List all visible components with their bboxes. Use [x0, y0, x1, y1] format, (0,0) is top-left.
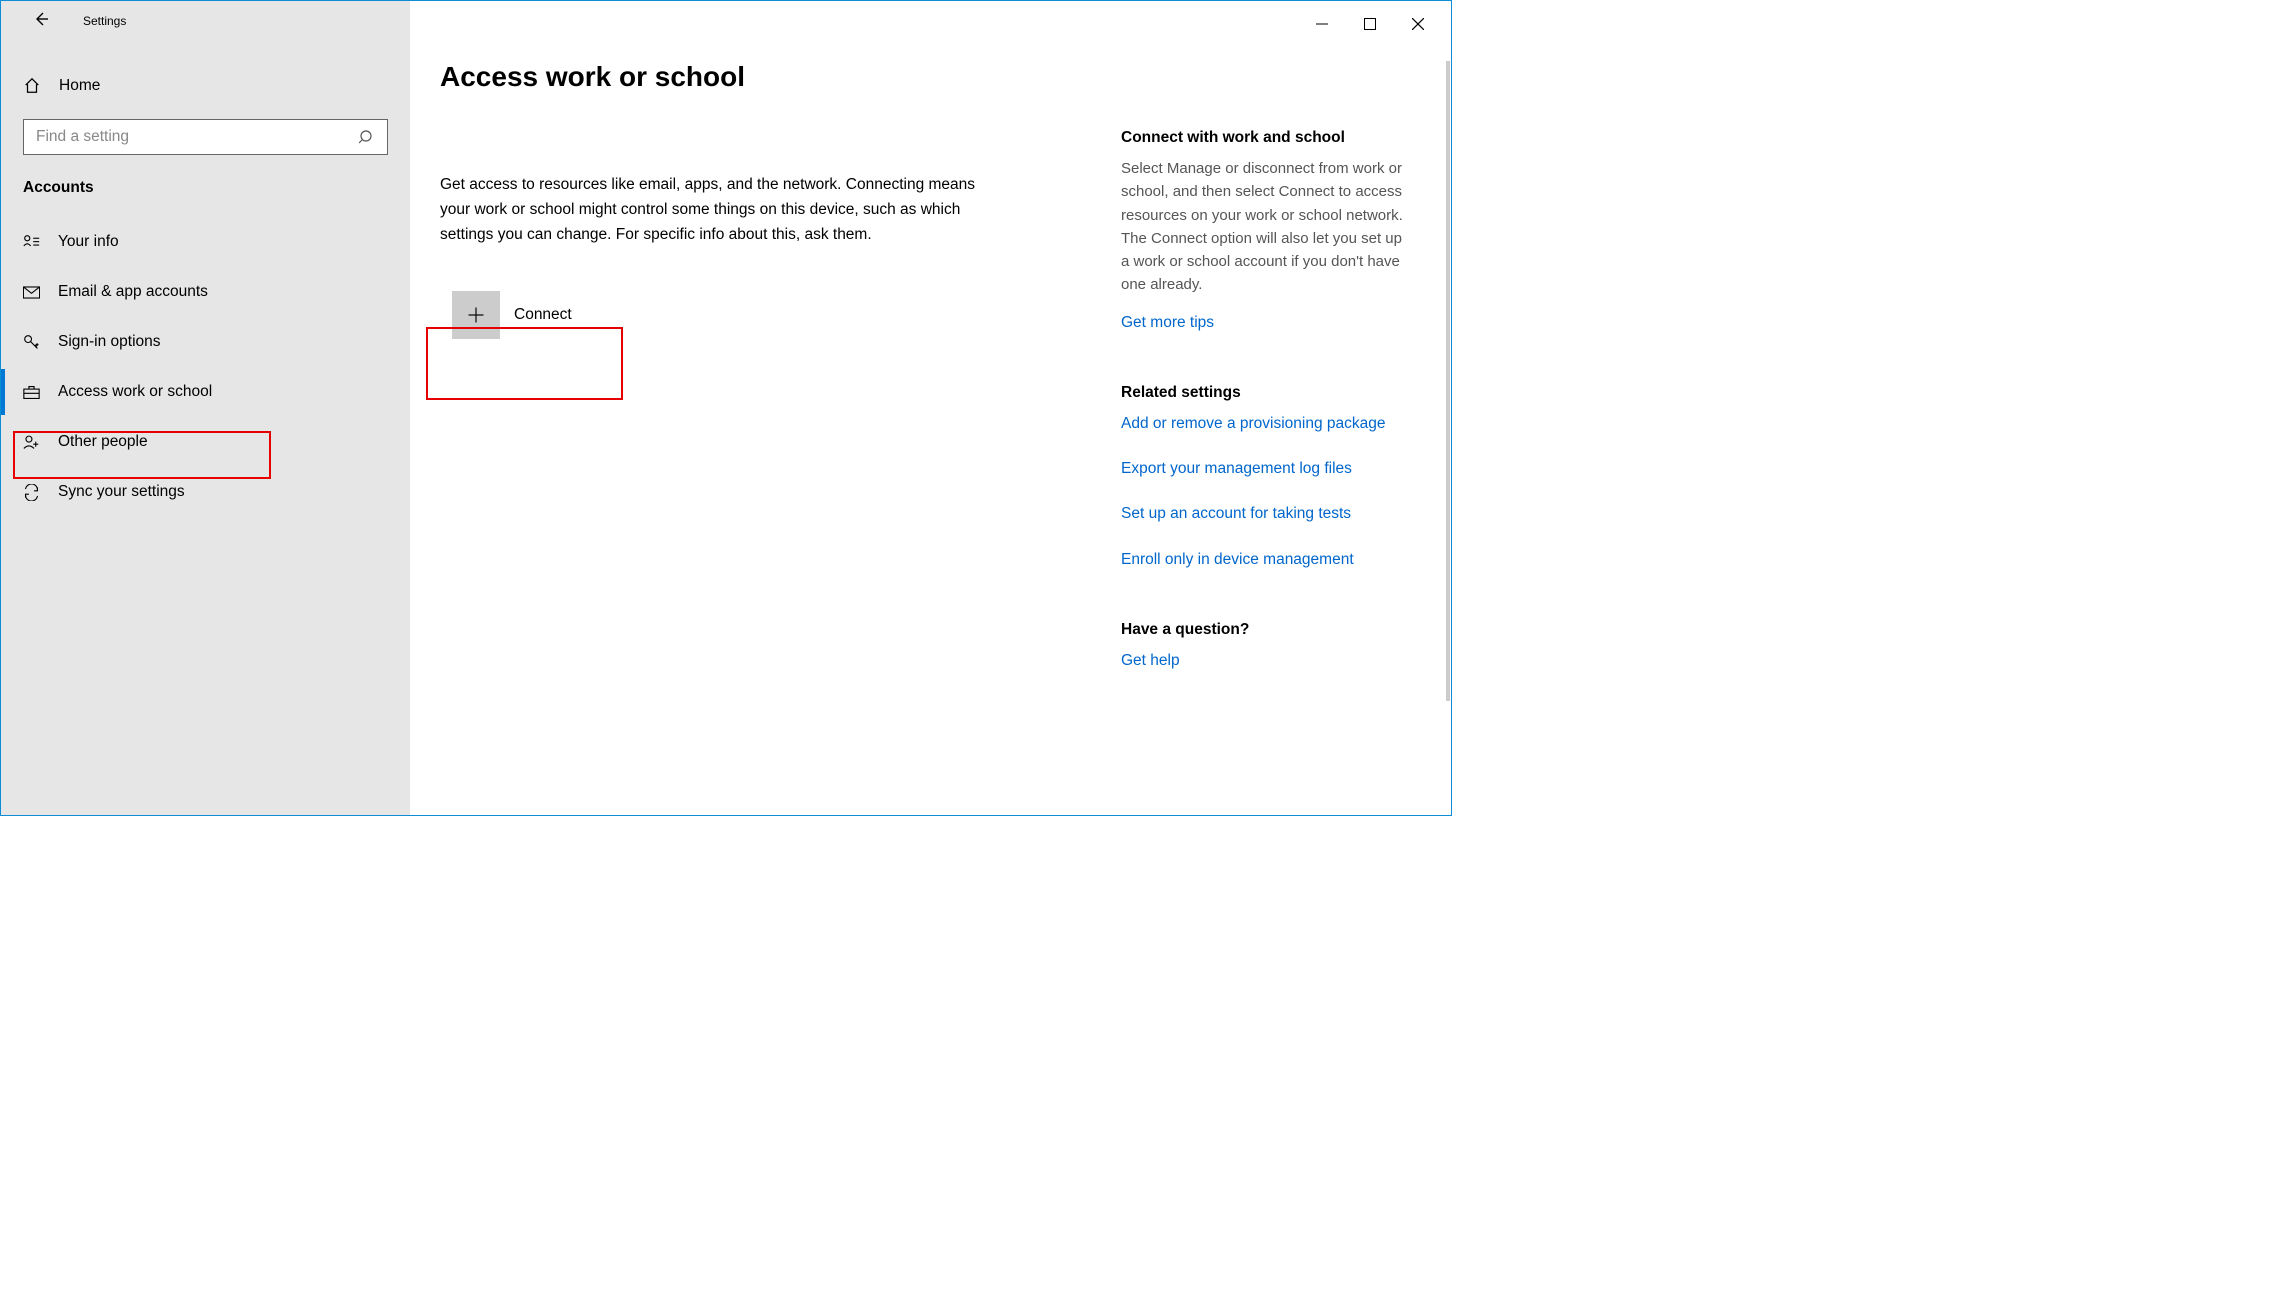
nav-label: Sign-in options	[58, 333, 161, 351]
briefcase-icon	[23, 384, 40, 401]
home-icon	[23, 77, 41, 95]
sidebar: Settings Home Find a setting Accounts Yo…	[1, 1, 410, 815]
search-icon	[359, 129, 375, 145]
plus-icon	[452, 291, 500, 339]
sidebar-item-sync[interactable]: Sync your settings	[1, 467, 390, 517]
sidebar-item-signin[interactable]: Sign-in options	[1, 317, 390, 367]
related-heading: Related settings	[1121, 384, 1411, 402]
nav-list: Your info Email & app accounts Sign-in o…	[1, 217, 390, 517]
sync-icon	[23, 484, 40, 501]
sidebar-item-other-people[interactable]: Other people	[1, 417, 390, 467]
content-wrap: Settings Home Find a setting Accounts Yo…	[1, 1, 1451, 815]
sidebar-item-email[interactable]: Email & app accounts	[1, 267, 390, 317]
nav-label: Sync your settings	[58, 483, 185, 501]
scrollbar[interactable]	[1446, 61, 1450, 701]
right-connect-heading: Connect with work and school	[1121, 129, 1411, 147]
page-description: Get access to resources like email, apps…	[440, 173, 1000, 247]
home-nav[interactable]: Home	[21, 69, 390, 109]
mail-icon	[23, 284, 40, 301]
main-pane: Access work or school Get access to reso…	[410, 1, 1451, 815]
sidebar-item-your-info[interactable]: Your info	[1, 217, 390, 267]
sidebar-item-work-school[interactable]: Access work or school	[1, 367, 390, 417]
people-icon	[23, 434, 40, 451]
search-placeholder: Find a setting	[36, 128, 129, 146]
connect-button[interactable]: Connect	[440, 277, 635, 353]
connect-label: Connect	[514, 306, 572, 324]
right-panel: Connect with work and school Select Mana…	[1121, 65, 1421, 682]
search-input[interactable]: Find a setting	[23, 119, 388, 155]
nav-label: Your info	[58, 233, 119, 251]
related-link-provisioning[interactable]: Add or remove a provisioning package	[1121, 412, 1411, 435]
help-link[interactable]: Get help	[1121, 652, 1180, 669]
back-button[interactable]	[33, 11, 49, 32]
right-connect-desc: Select Manage or disconnect from work or…	[1121, 157, 1411, 297]
related-link-export-logs[interactable]: Export your management log files	[1121, 457, 1411, 480]
page-title: Access work or school	[440, 61, 1060, 93]
question-heading: Have a question?	[1121, 621, 1411, 639]
titlebar: Settings	[1, 1, 410, 41]
related-link-tests[interactable]: Set up an account for taking tests	[1121, 502, 1411, 525]
nav-label: Access work or school	[58, 383, 212, 401]
tips-link[interactable]: Get more tips	[1121, 314, 1214, 331]
home-label: Home	[59, 77, 100, 95]
nav-label: Email & app accounts	[58, 283, 208, 301]
related-link-enroll[interactable]: Enroll only in device management	[1121, 548, 1411, 571]
window-title: Settings	[83, 14, 126, 28]
section-label: Accounts	[21, 175, 390, 209]
key-icon	[23, 334, 40, 351]
nav-label: Other people	[58, 433, 148, 451]
person-list-icon	[23, 234, 40, 251]
settings-window: Settings Home Find a setting Accounts Yo…	[0, 0, 1452, 816]
